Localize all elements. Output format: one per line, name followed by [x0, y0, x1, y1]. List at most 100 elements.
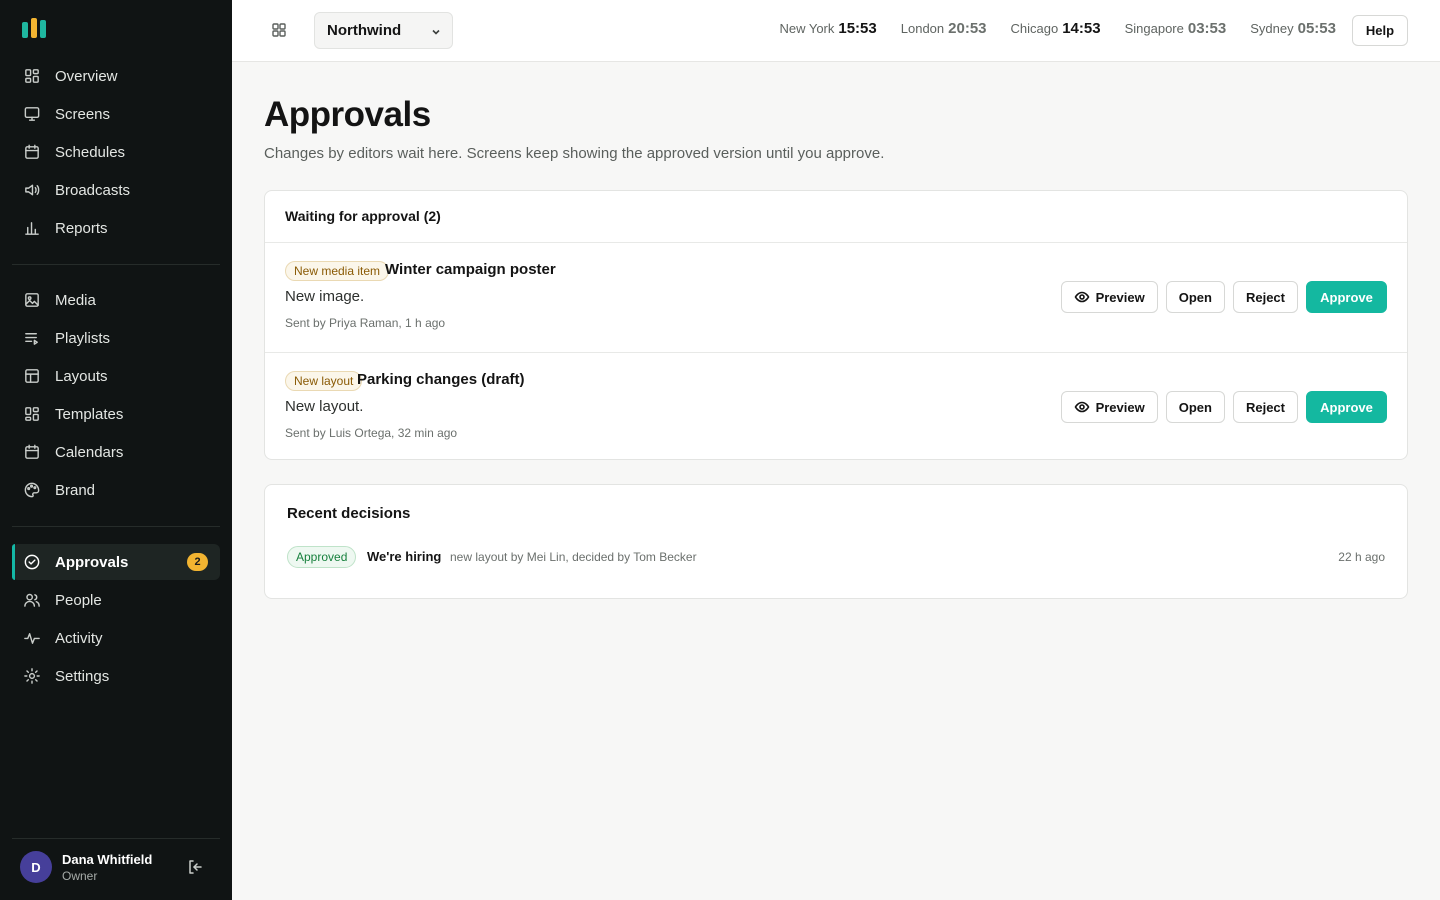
sidebar-item-label: Overview [55, 67, 118, 85]
user-name: Dana Whitfield [62, 852, 153, 867]
recent-heading: Recent decisions [287, 505, 411, 522]
clock-sydney: Sydney 05:53 [1250, 20, 1336, 38]
sidebar-item-people[interactable]: People [12, 582, 220, 618]
sidebar-item-screens[interactable]: Screens [12, 96, 220, 132]
logo-bar [22, 22, 28, 38]
item-description: New layout. [285, 398, 364, 415]
sidebar-item-label: Media [55, 291, 96, 309]
clock-time: 14:53 [1062, 20, 1101, 37]
user-role: Owner [62, 869, 98, 883]
sidebar-item-schedules[interactable]: Schedules [12, 134, 220, 170]
nav-group-content: Media Playlists Layouts Templates Calendars B… [12, 282, 220, 510]
avatar[interactable]: D [20, 851, 52, 883]
bar-chart-icon [22, 218, 42, 238]
pulse-icon [22, 628, 42, 648]
nav-divider [12, 264, 220, 265]
type-badge: New media item [285, 261, 390, 281]
chevron-down-icon [430, 25, 442, 37]
row-actions: Preview Open Reject Approve [1060, 281, 1387, 313]
clock-city: London [900, 21, 945, 36]
preview-button[interactable]: Preview [1060, 281, 1158, 313]
item-title[interactable]: Parking changes (draft) [357, 371, 525, 388]
eye-icon [1074, 399, 1090, 415]
sidebar-item-settings[interactable]: Settings [12, 658, 220, 694]
decision-title[interactable]: We're hiring [367, 549, 441, 564]
logo-bar [31, 18, 37, 38]
playlist-icon [22, 328, 42, 348]
help-button[interactable]: Help [1352, 15, 1408, 46]
recent-decisions-card: Recent decisions Approved We're hiring n… [264, 484, 1408, 599]
sidebar-item-label: Broadcasts [55, 181, 131, 199]
check-circle-icon [22, 552, 42, 572]
grid-icon [22, 66, 42, 86]
sidebar-item-calendars[interactable]: Calendars [12, 434, 220, 470]
type-badge: New layout [285, 371, 363, 391]
clock-time: 15:53 [838, 20, 877, 37]
calendar-icon [22, 442, 42, 462]
approve-button[interactable]: Approve [1306, 391, 1387, 423]
sidebar-item-label: Reports [55, 219, 108, 237]
sidebar-item-label: Screens [55, 105, 111, 123]
sidebar-item-overview[interactable]: Overview [12, 58, 220, 94]
item-title[interactable]: Winter campaign poster [385, 261, 556, 278]
org-selector[interactable]: Northwind [314, 12, 453, 49]
sidebar-item-label: Brand [55, 481, 96, 499]
reject-button[interactable]: Reject [1232, 391, 1298, 423]
topbar: Northwind New York 15:53 London 20:53 Chicag… [232, 0, 1440, 62]
world-clocks: New York 15:53 London 20:53 Chicago 14:53 Sing… [779, 20, 1336, 38]
user-divider [12, 838, 220, 839]
nav-divider [12, 526, 220, 527]
clock-new-york: New York 15:53 [779, 20, 876, 38]
row-actions: Preview Open Reject Approve [1060, 391, 1387, 423]
sidebar-item-broadcasts[interactable]: Broadcasts [12, 172, 220, 208]
preview-button[interactable]: Preview [1060, 391, 1158, 423]
gear-icon [22, 666, 42, 686]
speaker-icon [22, 180, 42, 200]
approval-row: New layout Parking changes (draft) New lay… [265, 352, 1407, 461]
sidebar-item-label: Settings [55, 667, 110, 685]
reject-button[interactable]: Reject [1232, 281, 1298, 313]
sidebar-item-label: Playlists [55, 329, 111, 347]
clock-london: London 20:53 [901, 20, 987, 38]
page-title: Approvals [264, 95, 431, 134]
sidebar-item-approvals[interactable]: Approvals 2 [12, 544, 220, 580]
clock-city: Sydney [1250, 21, 1294, 36]
open-button[interactable]: Open [1165, 391, 1225, 423]
approve-button[interactable]: Approve [1306, 281, 1387, 313]
preview-label: Preview [1095, 399, 1145, 415]
open-button[interactable]: Open [1165, 281, 1225, 313]
monitor-icon [22, 104, 42, 124]
page-subtitle: Changes by editors wait here. Screens ke… [264, 145, 885, 162]
clock-singapore: Singapore 03:53 [1125, 20, 1227, 38]
pending-approvals-card: Waiting for approval (2) New media item W… [264, 190, 1408, 460]
sidebar: Overview Screens Schedules Broadcasts Report… [0, 0, 232, 900]
clock-chicago: Chicago 14:53 [1011, 20, 1101, 38]
image-icon [22, 290, 42, 310]
count-badge: 2 [187, 553, 208, 571]
sidebar-item-playlists[interactable]: Playlists [12, 320, 220, 356]
sidebar-item-brand[interactable]: Brand [12, 472, 220, 508]
clock-time: 05:53 [1297, 20, 1336, 37]
sidebar-item-layouts[interactable]: Layouts [12, 358, 220, 394]
nav-group-admin: Approvals 2 People Activity Settings [12, 544, 220, 696]
sidebar-item-activity[interactable]: Activity [12, 620, 220, 656]
sidebar-item-reports[interactable]: Reports [12, 210, 220, 246]
nav-group-main: Overview Screens Schedules Broadcasts Report… [12, 58, 220, 248]
sidebar-item-label: Schedules [55, 143, 126, 161]
sidebar-item-media[interactable]: Media [12, 282, 220, 318]
clock-time: 03:53 [1187, 20, 1227, 37]
clock-time: 20:53 [948, 20, 987, 37]
apps-grid-icon[interactable] [270, 21, 290, 41]
logout-icon[interactable] [186, 858, 204, 876]
status-badge: Approved [287, 546, 357, 568]
sidebar-item-label: Approvals [55, 553, 129, 571]
clock-city: Singapore [1124, 21, 1184, 36]
eye-icon [1074, 289, 1090, 305]
sidebar-item-templates[interactable]: Templates [12, 396, 220, 432]
user-profile[interactable]: D Dana Whitfield Owner [20, 851, 220, 883]
sidebar-item-label: Layouts [55, 367, 108, 385]
sidebar-item-label: Templates [55, 405, 124, 423]
sidebar-item-label: People [55, 591, 102, 609]
decision-time: 22 h ago [1338, 550, 1385, 564]
clock-city: New York [779, 21, 835, 36]
